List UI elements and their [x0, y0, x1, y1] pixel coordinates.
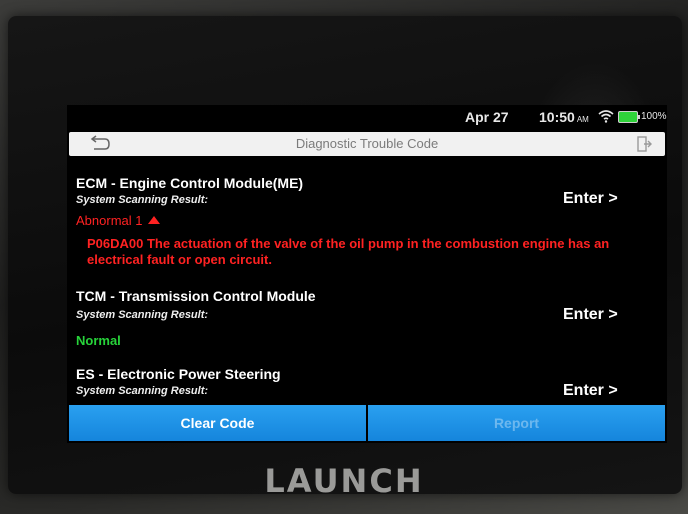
caret-up-icon: [148, 216, 161, 224]
status-date: Apr 27: [465, 109, 509, 125]
exit-icon[interactable]: [635, 135, 653, 153]
brand-logo: LAUNCH: [264, 462, 424, 500]
module-title-tcm: TCM - Transmission Control Module: [76, 288, 316, 304]
scan-result-label: System Scanning Result:: [76, 385, 209, 397]
clear-code-button[interactable]: Clear Code: [69, 405, 366, 441]
status-time: 10:50 AM: [539, 109, 589, 125]
status-bar: Apr 27 10:50 AM 100%: [67, 105, 667, 129]
action-bar: Clear Code Report: [69, 405, 665, 441]
battery-percent: 100%: [641, 111, 667, 122]
dtc-description: P06DA00 The actuation of the valve of th…: [87, 236, 610, 267]
wifi-icon: [598, 110, 614, 123]
scan-result-label: System Scanning Result:: [76, 194, 209, 206]
status-abnormal[interactable]: Abnormal 1: [76, 213, 161, 228]
scan-result-label: System Scanning Result:: [76, 309, 209, 321]
status-normal: Normal: [76, 333, 121, 348]
enter-button-tcm[interactable]: Enter >: [563, 306, 618, 324]
page-title: Diagnostic Trouble Code: [295, 136, 439, 151]
report-button[interactable]: Report: [368, 405, 665, 441]
module-title-es: ES - Electronic Power Steering: [76, 366, 281, 382]
battery-icon: [618, 111, 640, 123]
device-screen: Apr 27 10:50 AM 100% Diagnostic Trouble C…: [67, 105, 667, 443]
title-bar: Diagnostic Trouble Code: [69, 132, 665, 156]
enter-button-ecm[interactable]: Enter >: [563, 190, 618, 208]
enter-button-es[interactable]: Enter >: [563, 382, 618, 400]
module-title-ecm: ECM - Engine Control Module(ME): [76, 175, 304, 191]
